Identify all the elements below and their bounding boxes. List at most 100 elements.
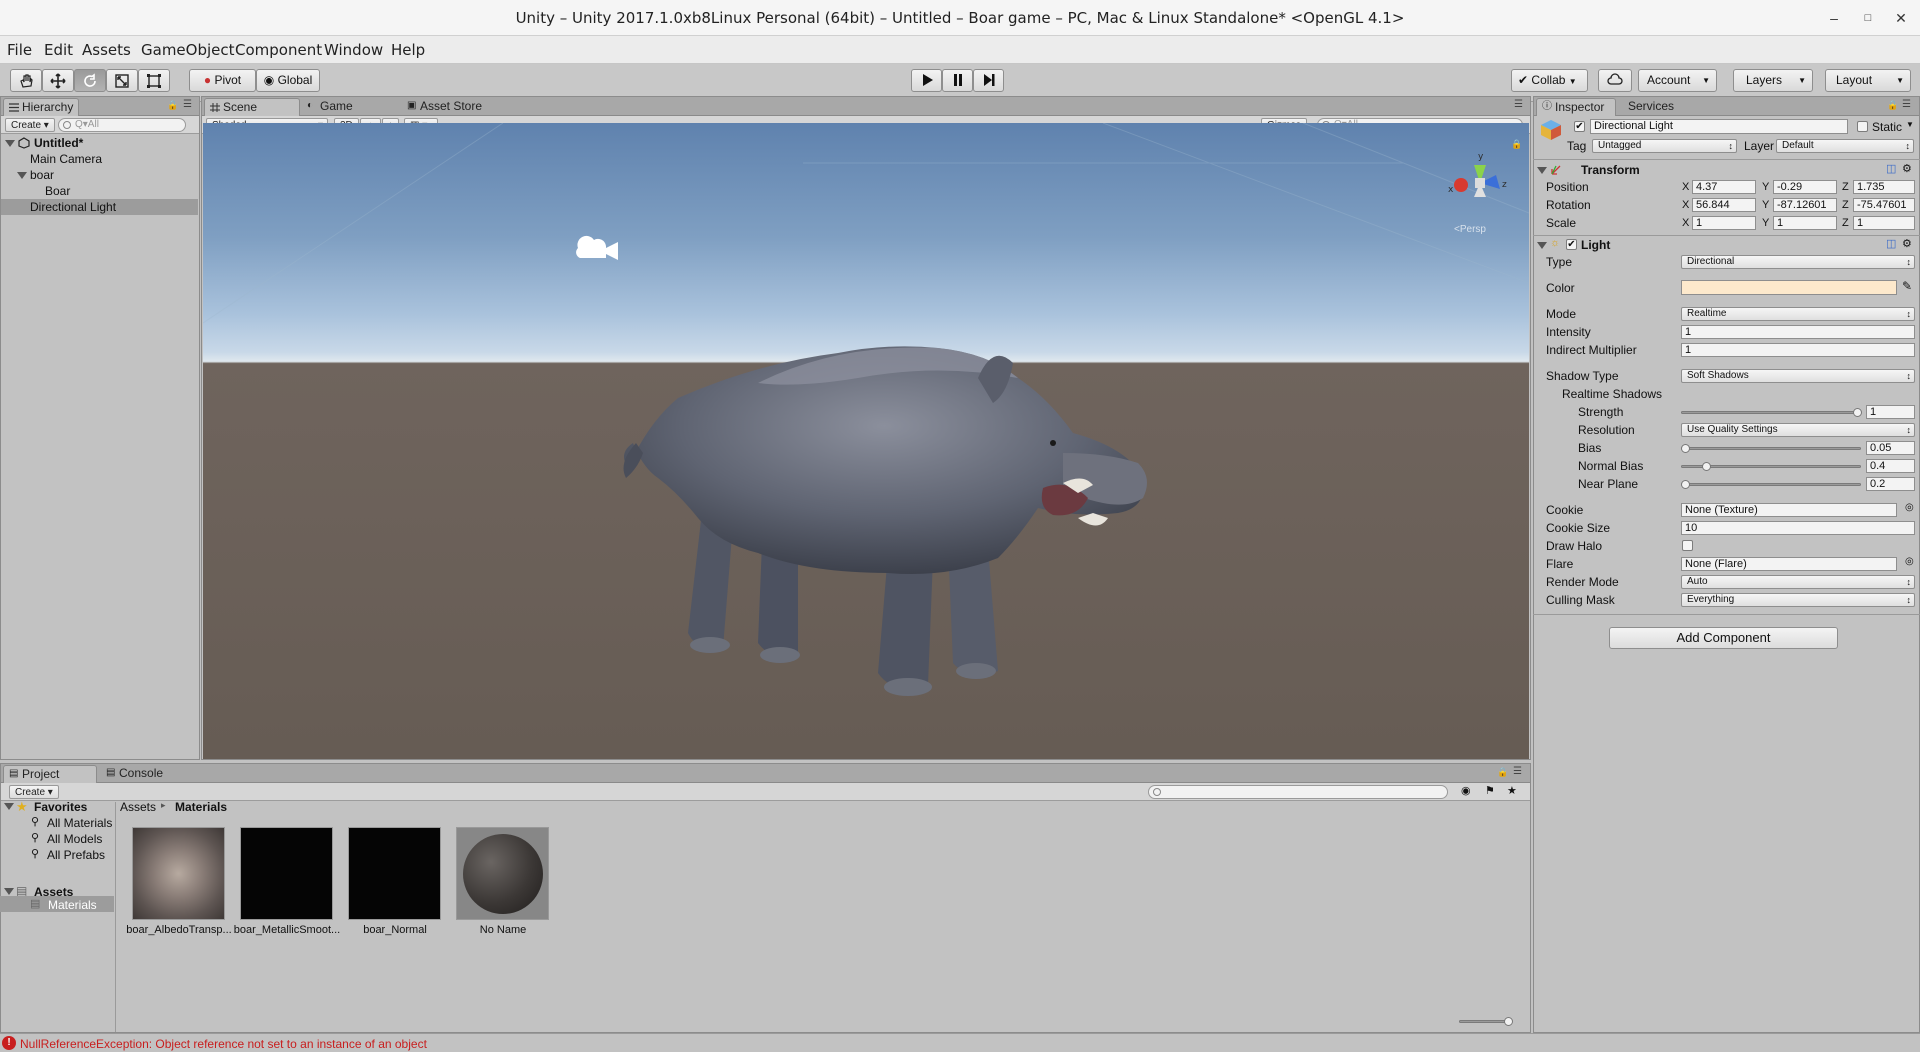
cookie-size-field[interactable]: 10 [1681, 521, 1915, 535]
shadow-type-dropdown[interactable]: Soft Shadows [1681, 369, 1915, 383]
tab-asset-store[interactable]: ▣ Asset Store [402, 98, 522, 116]
help-book-icon[interactable]: ◫ [1886, 237, 1896, 250]
minimize-icon[interactable]: – [1824, 8, 1844, 28]
active-checkbox[interactable]: ✔ [1574, 121, 1585, 132]
favorites-label[interactable]: Favorites [34, 800, 87, 814]
status-bar[interactable]: ! NullReferenceException: Object referen… [0, 1033, 1920, 1052]
favorite-all-prefabs[interactable]: All Prefabs [47, 848, 105, 862]
transform-header[interactable]: Transform ◫ ⚙ [1533, 162, 1920, 179]
thumbnail-size-thumb[interactable] [1504, 1017, 1513, 1026]
menu-assets[interactable]: Assets [82, 41, 131, 59]
expand-arrow-icon[interactable] [4, 888, 14, 895]
resolution-dropdown[interactable]: Use Quality Settings [1681, 423, 1915, 437]
near-plane-slider[interactable] [1681, 483, 1861, 486]
rotate-tool-button[interactable] [74, 69, 106, 92]
light-type-dropdown[interactable]: Directional [1681, 255, 1915, 269]
collab-dropdown[interactable]: ✔ Collab ▼ [1511, 69, 1588, 92]
asset-thumbnail-albedo[interactable] [132, 827, 225, 920]
play-button[interactable] [911, 69, 942, 92]
project-search-input[interactable] [1148, 785, 1448, 799]
lock-icon[interactable]: 🔒 [167, 100, 178, 111]
near-plane-slider-thumb[interactable] [1681, 480, 1690, 489]
position-x-field[interactable]: 4.37 [1692, 180, 1756, 194]
hand-tool-button[interactable] [10, 69, 42, 92]
bias-slider-thumb[interactable] [1681, 444, 1690, 453]
layout-dropdown[interactable]: Layout ▼ [1825, 69, 1911, 92]
light-header[interactable]: ☼ ✔ Light ◫ ⚙ [1533, 237, 1920, 254]
close-icon[interactable]: ✕ [1891, 8, 1911, 28]
favorite-all-materials[interactable]: All Materials [47, 816, 112, 830]
position-z-field[interactable]: 1.735 [1853, 180, 1915, 194]
lock-icon[interactable]: 🔒 [1511, 139, 1522, 150]
rotation-y-field[interactable]: -87.12601 [1773, 198, 1837, 212]
menu-component[interactable]: Component [235, 41, 322, 59]
position-y-field[interactable]: -0.29 [1773, 180, 1837, 194]
intensity-field[interactable]: 1 [1681, 325, 1915, 339]
menu-file[interactable]: File [7, 41, 32, 59]
asset-thumbnail-no-name[interactable] [456, 827, 549, 920]
scene-viewport[interactable]: y z x <Persp 🔒 [203, 123, 1529, 759]
strength-slider-thumb[interactable] [1853, 408, 1862, 417]
layers-dropdown[interactable]: Layers ▼ [1733, 69, 1813, 92]
help-book-icon[interactable]: ◫ [1886, 162, 1896, 175]
pause-button[interactable] [942, 69, 973, 92]
favorite-star-icon[interactable]: ★ [1507, 784, 1517, 797]
bias-field[interactable]: 0.05 [1866, 441, 1915, 455]
global-toggle[interactable]: ◉ Global [256, 69, 320, 92]
menu-edit[interactable]: Edit [44, 41, 73, 59]
normal-bias-field[interactable]: 0.4 [1866, 459, 1915, 473]
hierarchy-item-directional-light[interactable]: Directional Light [1, 199, 198, 215]
panel-menu-icon[interactable]: ☰ [1902, 99, 1911, 110]
asset-name-no-name[interactable]: No Name [448, 924, 558, 936]
asset-thumbnail-metallic[interactable] [240, 827, 333, 920]
tag-dropdown[interactable]: Untagged [1592, 139, 1737, 153]
asset-name-metallic[interactable]: boar_MetallicSmoot... [232, 924, 342, 936]
object-picker-icon[interactable]: ◎ [1905, 556, 1914, 567]
strength-slider[interactable] [1681, 411, 1861, 414]
near-plane-field[interactable]: 0.2 [1866, 477, 1915, 491]
static-dropdown-arrow-icon[interactable]: ▼ [1906, 120, 1914, 129]
breadcrumb-materials[interactable]: Materials [175, 800, 227, 814]
thumbnail-size-slider[interactable] [1459, 1020, 1509, 1023]
bias-slider[interactable] [1681, 447, 1861, 450]
panel-menu-icon[interactable]: ☰ [183, 99, 192, 110]
light-color-swatch[interactable] [1681, 280, 1897, 295]
menu-window[interactable]: Window [324, 41, 383, 59]
light-mode-dropdown[interactable]: Realtime [1681, 307, 1915, 321]
panel-menu-icon[interactable]: ☰ [1513, 766, 1522, 777]
scale-tool-button[interactable] [106, 69, 138, 92]
asset-thumbnail-normal[interactable] [348, 827, 441, 920]
cookie-field[interactable]: None (Texture) [1681, 503, 1897, 517]
tab-game[interactable]: ◐ Game [302, 98, 388, 116]
project-create-button[interactable]: Create ▾ [9, 785, 59, 799]
asset-name-normal[interactable]: boar_Normal [340, 924, 450, 936]
tab-hierarchy[interactable]: Hierarchy [3, 98, 79, 116]
breadcrumb-assets[interactable]: Assets [120, 800, 156, 814]
account-dropdown[interactable]: Account ▼ [1638, 69, 1717, 92]
hierarchy-item-main-camera[interactable]: Main Camera [1, 151, 198, 167]
tab-project[interactable]: ▤ Project [3, 765, 97, 783]
tab-scene[interactable]: Scene [204, 98, 300, 116]
expand-arrow-icon[interactable] [1537, 242, 1547, 249]
render-mode-dropdown[interactable]: Auto [1681, 575, 1915, 589]
hierarchy-item-boar[interactable]: boar [1, 167, 198, 183]
gear-icon[interactable]: ⚙ [1902, 162, 1912, 175]
perspective-label[interactable]: <Persp [1454, 224, 1486, 235]
favorite-all-models[interactable]: All Models [47, 832, 102, 846]
flare-field[interactable]: None (Flare) [1681, 557, 1897, 571]
scale-y-field[interactable]: 1 [1773, 216, 1837, 230]
strength-field[interactable]: 1 [1866, 405, 1915, 419]
lock-icon[interactable]: 🔒 [1497, 767, 1508, 778]
tab-inspector[interactable]: ⓘ Inspector [1536, 98, 1616, 116]
expand-arrow-icon[interactable] [4, 803, 14, 810]
move-tool-button[interactable] [42, 69, 74, 92]
object-picker-icon[interactable]: ◎ [1905, 502, 1914, 513]
boar-model[interactable] [608, 303, 1188, 713]
add-component-button[interactable]: Add Component [1609, 627, 1838, 649]
hierarchy-item-boar-child[interactable]: Boar [1, 183, 198, 199]
tab-console[interactable]: ▤ Console [101, 765, 181, 783]
asset-name-albedo[interactable]: boar_AlbedoTransp... [124, 924, 234, 936]
scale-z-field[interactable]: 1 [1853, 216, 1915, 230]
panel-menu-icon[interactable]: ☰ [1514, 99, 1523, 110]
hierarchy-search-input[interactable]: Q▾All [58, 118, 186, 132]
